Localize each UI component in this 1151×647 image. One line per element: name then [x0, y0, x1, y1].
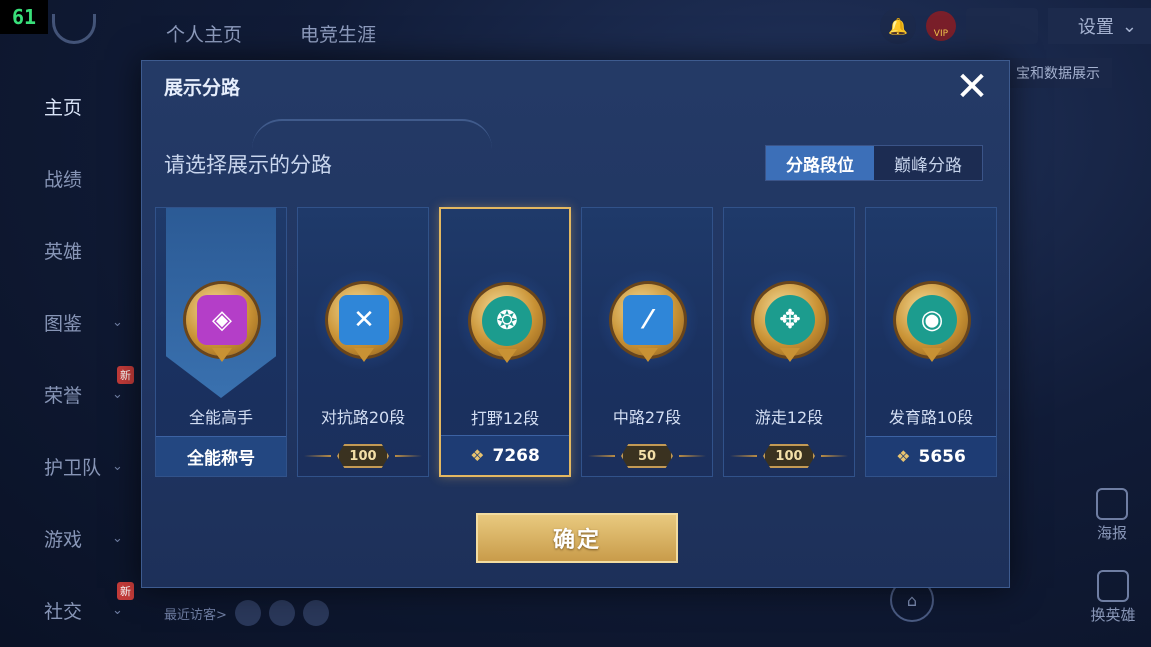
lane-rank-badge-icon: ◈ [186, 284, 258, 356]
peak-score-value: 5656 [918, 446, 966, 467]
lane-emblem-icon: ❂ [482, 296, 532, 346]
settings-label: 设置 [1077, 17, 1114, 38]
dialog-title: 展示分路 [164, 77, 241, 99]
dialog-subtitle: 请选择展示的分路 [164, 153, 332, 177]
tab-lane-rank[interactable]: 分路段位 [766, 146, 874, 180]
avatar[interactable] [302, 600, 329, 626]
plate-wing [730, 455, 757, 457]
top-right-bar: 🔔 VIP 设置 ⌄ [879, 8, 1151, 44]
lane-mode-toggle: 分路段位 巅峰分路 [765, 145, 983, 181]
recent-visitors[interactable]: 最近访客> [164, 600, 329, 626]
lane-emblem-icon: ◈ [197, 295, 247, 345]
sidebar-item-label: 荣誉 [44, 384, 83, 407]
lane-rank-badge-icon: ⁄ [612, 284, 684, 356]
lane-card[interactable]: ✕ 对抗路20段 100 [297, 207, 429, 477]
lane-rank-badge-icon: ✥ [754, 284, 826, 356]
peak-score: ❖ 5656 [866, 436, 996, 476]
lane-rank-label: 中路27段 [612, 408, 682, 427]
sidebar-item-label: 英雄 [44, 240, 83, 263]
chevron-down-icon: ⌄ [112, 530, 123, 546]
lane-rank-badge-icon: ✕ [328, 284, 400, 356]
avatar[interactable] [234, 600, 261, 626]
lane-emblem-icon: ✥ [765, 295, 815, 345]
lane-card[interactable]: ⁄ 中路27段 50 [581, 207, 713, 477]
poster-icon [1096, 488, 1128, 520]
sidebar-item-label: 战绩 [44, 168, 83, 191]
lane-rank-badge-icon: ❂ [471, 285, 543, 357]
bell-icon[interactable]: 🔔 [879, 8, 916, 44]
star-count-plate: 100 [724, 436, 854, 476]
peak-score-icon: ❖ [470, 446, 485, 465]
plate-wing [821, 455, 848, 457]
vip-info-box[interactable] [965, 8, 1038, 44]
peak-score-value: 7268 [492, 445, 540, 466]
tab-profile[interactable]: 个人主页 [166, 20, 242, 47]
lane-rank-label: 打野12段 [470, 409, 540, 428]
game-logo [52, 14, 96, 44]
plate-wing [304, 455, 331, 457]
new-badge: 新 [117, 366, 134, 384]
new-badge: 新 [117, 582, 134, 600]
plate-wing [679, 455, 706, 457]
sidebar: 主页 战绩 英雄 图鉴 ⌄ 荣誉 ⌄ 新护卫队 ⌄ 游戏 ⌄ 社交 ⌄ 新 [0, 70, 140, 646]
sidebar-item[interactable]: 英雄 [0, 214, 140, 286]
data-show-button[interactable]: 宝和数据展示 [1004, 58, 1112, 88]
confirm-button[interactable]: 确定 [476, 513, 678, 563]
sidebar-item-label: 游戏 [44, 528, 83, 551]
sidebar-item[interactable]: 荣誉 ⌄ 新 [0, 358, 140, 430]
fps-counter: 61 [0, 0, 48, 34]
close-icon[interactable]: ✕ [952, 67, 992, 107]
chevron-down-icon: ⌄ [112, 602, 123, 618]
plate-wing [588, 455, 615, 457]
sidebar-item[interactable]: 护卫队 ⌄ [0, 430, 140, 502]
sidebar-item-label: 社交 [44, 600, 83, 623]
chevron-down-icon: ⌄ [112, 386, 123, 402]
sidebar-item[interactable]: 游戏 ⌄ [0, 502, 140, 574]
lane-emblem-icon: ◉ [907, 295, 957, 345]
swap-hero-icon [1097, 570, 1129, 602]
lane-card[interactable]: ❂ 打野12段 ❖ 7268 [439, 207, 571, 477]
lane-emblem-icon: ⁄ [623, 295, 673, 345]
star-count: 50 [621, 444, 673, 468]
sidebar-item[interactable]: 战绩 [0, 142, 140, 214]
lane-rank-label: 全能高手 [188, 408, 253, 427]
star-count-plate: 50 [582, 436, 712, 476]
swap-hero-label: 换英雄 [1090, 606, 1136, 624]
lane-rank-label: 发育路10段 [888, 408, 974, 427]
title-footer: 全能称号 [156, 436, 286, 476]
lane-card[interactable]: ◈ 全能高手全能称号 [155, 207, 287, 477]
lane-rank-label: 对抗路20段 [320, 408, 406, 427]
chevron-down-icon: ⌄ [112, 458, 123, 474]
sidebar-item-label: 主页 [44, 96, 83, 119]
lane-card[interactable]: ✥ 游走12段 100 [723, 207, 855, 477]
show-lane-dialog: 展示分路 ✕ 请选择展示的分路 分路段位 巅峰分路 ◈ 全能高手全能称号 ✕ 对抗路2… [141, 60, 1010, 588]
sidebar-item-label: 护卫队 [44, 456, 102, 479]
chevron-down-icon: ⌄ [112, 314, 123, 330]
chevron-down-icon: ⌄ [1121, 15, 1137, 37]
vip-badge[interactable]: VIP [925, 11, 956, 41]
recent-visitors-label: 最近访客> [164, 607, 227, 623]
plate-wing [395, 455, 422, 457]
lane-rank-badge-icon: ◉ [896, 284, 968, 356]
swap-hero-button[interactable]: 换英雄 [1082, 570, 1144, 625]
lane-emblem-icon: ✕ [339, 295, 389, 345]
sidebar-item[interactable]: 社交 ⌄ 新 [0, 574, 140, 646]
lane-card[interactable]: ◉ 发育路10段 ❖ 5656 [865, 207, 997, 477]
peak-score: ❖ 7268 [441, 435, 569, 475]
star-count: 100 [763, 444, 815, 468]
star-count: 100 [337, 444, 389, 468]
sidebar-item-label: 图鉴 [44, 312, 83, 335]
poster-button[interactable]: 海报 [1088, 488, 1136, 543]
settings-button[interactable]: 设置 ⌄ [1047, 8, 1151, 44]
poster-label: 海报 [1096, 524, 1127, 542]
tab-esports-career[interactable]: 电竞生涯 [300, 20, 376, 47]
lane-rank-label: 游走12段 [754, 408, 824, 427]
top-tabs: 个人主页 电竞生涯 [166, 20, 376, 47]
avatar[interactable] [268, 600, 295, 626]
star-count-plate: 100 [298, 436, 428, 476]
sidebar-item[interactable]: 主页 [0, 70, 140, 142]
peak-score-icon: ❖ [896, 447, 911, 466]
sidebar-item[interactable]: 图鉴 ⌄ [0, 286, 140, 358]
tab-peak-lane[interactable]: 巅峰分路 [874, 146, 982, 180]
